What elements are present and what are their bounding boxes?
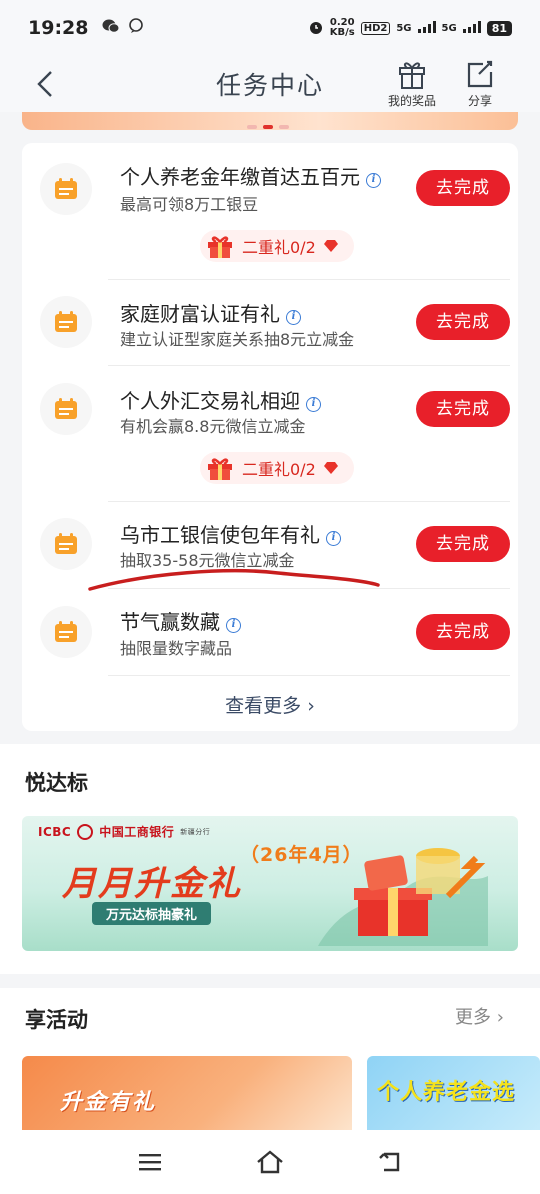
info-icon[interactable]: i [366, 173, 381, 188]
info-icon[interactable]: i [286, 310, 301, 325]
header: 任务中心 我的奖品 分享 [0, 56, 540, 112]
activity-card[interactable]: 个人养老金选 [367, 1056, 540, 1136]
task-go-button[interactable]: 去完成 [416, 391, 510, 427]
gift-pill[interactable]: 二重礼0/2 [200, 230, 354, 262]
task-calendar-icon [40, 163, 92, 215]
more-activities-link[interactable]: 更多 › [455, 1003, 504, 1029]
section-title-act: 享活动 [25, 1008, 88, 1032]
task-calendar-icon [40, 296, 92, 348]
my-prizes-button[interactable]: 我的奖品 [388, 58, 436, 109]
share-label: 分享 [467, 94, 492, 108]
menu-icon [139, 1154, 161, 1171]
gift-box-icon [208, 236, 232, 258]
chevron-right-icon: › [496, 1007, 504, 1028]
info-icon[interactable]: i [326, 531, 341, 546]
home-icon [257, 1150, 283, 1174]
task-subtitle: 最高可领8万工银豆 [120, 195, 259, 214]
divider [108, 279, 510, 280]
share-icon [467, 60, 493, 88]
signal-5g-1: 5G [396, 22, 412, 34]
divider [108, 365, 510, 366]
gift-pill[interactable]: 二重礼0/2 [200, 452, 354, 484]
diamond-icon [323, 240, 338, 252]
carousel-dot [247, 125, 257, 129]
gift-pill-label: 二重礼0/2 [242, 238, 316, 257]
task-title: 乌市工银信使包年有礼 i [120, 519, 341, 548]
task-title: 个人外汇交易礼相迎 i [120, 385, 321, 414]
carousel-dots [247, 125, 289, 129]
hd-badge: HD2 [360, 21, 391, 35]
battery-level: 81 [486, 20, 512, 36]
task-go-button[interactable]: 去完成 [416, 304, 510, 340]
task-subtitle: 有机会赢8.8元微信立减金 [120, 417, 306, 436]
bank-en: ICBC [38, 824, 72, 839]
task-go-button[interactable]: 去完成 [416, 526, 510, 562]
home-button[interactable] [250, 1144, 290, 1180]
diamond-icon [323, 462, 338, 474]
divider [108, 675, 510, 676]
alarm-icon [308, 19, 324, 38]
activity-card[interactable]: 升金有礼 [22, 1056, 352, 1136]
gift-pill-label: 二重礼0/2 [242, 460, 316, 479]
return-icon [379, 1152, 400, 1172]
section-title-yue: 悦达标 [25, 771, 88, 795]
task-go-button[interactable]: 去完成 [416, 170, 510, 206]
net-unit: KB/s [329, 27, 355, 38]
bank-logo-row: ICBC 中国工商银行 新疆分行 [38, 823, 210, 840]
task-calendar-icon [40, 518, 92, 570]
icbc-logo-icon [77, 823, 94, 840]
info-icon[interactable]: i [226, 618, 241, 633]
system-nav-bar [0, 1130, 540, 1194]
my-prizes-label: 我的奖品 [388, 94, 437, 108]
chevron-right-icon: › [307, 695, 315, 717]
activity-card-title: 个人养老金选 [377, 1080, 516, 1105]
signal-bars-icon [417, 20, 436, 36]
task-title: 个人养老金年缴首达五百元 i [120, 161, 381, 190]
menu-button[interactable] [130, 1144, 170, 1180]
info-icon[interactable]: i [306, 397, 321, 412]
carousel-dot [279, 125, 289, 129]
bank-branch: 新疆分行 [180, 827, 211, 836]
red-underline-annotation [88, 568, 380, 591]
signal-bars-icon [462, 20, 481, 36]
task-calendar-icon [40, 606, 92, 658]
gift-box-icon [208, 458, 232, 480]
status-time: 19:28 [28, 17, 89, 39]
chat-bubble-icon [128, 18, 144, 38]
carousel-dot-active [263, 125, 273, 129]
back-nav-button[interactable] [370, 1144, 410, 1180]
promo-banner[interactable]: ICBC 中国工商银行 新疆分行 （26年4月） 月月升金礼 万元达标抽豪礼 [22, 816, 518, 951]
gift-icon [399, 62, 425, 89]
task-go-button[interactable]: 去完成 [416, 614, 510, 650]
bank-cn: 中国工商银行 [99, 825, 175, 839]
signal-5g-2: 5G [441, 22, 457, 34]
divider [108, 501, 510, 502]
wechat-icon [102, 18, 120, 38]
promo-tag: 万元达标抽豪礼 [92, 902, 212, 925]
task-title: 家庭财富认证有礼 i [120, 298, 301, 327]
task-subtitle: 建立认证型家庭关系抽8元立减金 [120, 330, 355, 349]
task-calendar-icon [40, 383, 92, 435]
promo-headline: 月月升金礼 [62, 864, 242, 904]
gift-illustration-icon [318, 848, 488, 946]
task-list-card: 个人养老金年缴首达五百元 i 最高可领8万工银豆 去完成 二重礼0/2 家庭财富认… [22, 143, 518, 731]
view-more-link[interactable]: 查看更多 › [22, 691, 518, 718]
share-button[interactable]: 分享 [465, 58, 495, 109]
task-subtitle: 抽限量数字藏品 [120, 639, 233, 658]
status-bar: 19:28 0.20 KB/s HD2 5G 5G 81 [0, 0, 540, 56]
activity-card-title: 升金有礼 [60, 1090, 157, 1115]
page-title: 任务中心 [215, 71, 324, 100]
